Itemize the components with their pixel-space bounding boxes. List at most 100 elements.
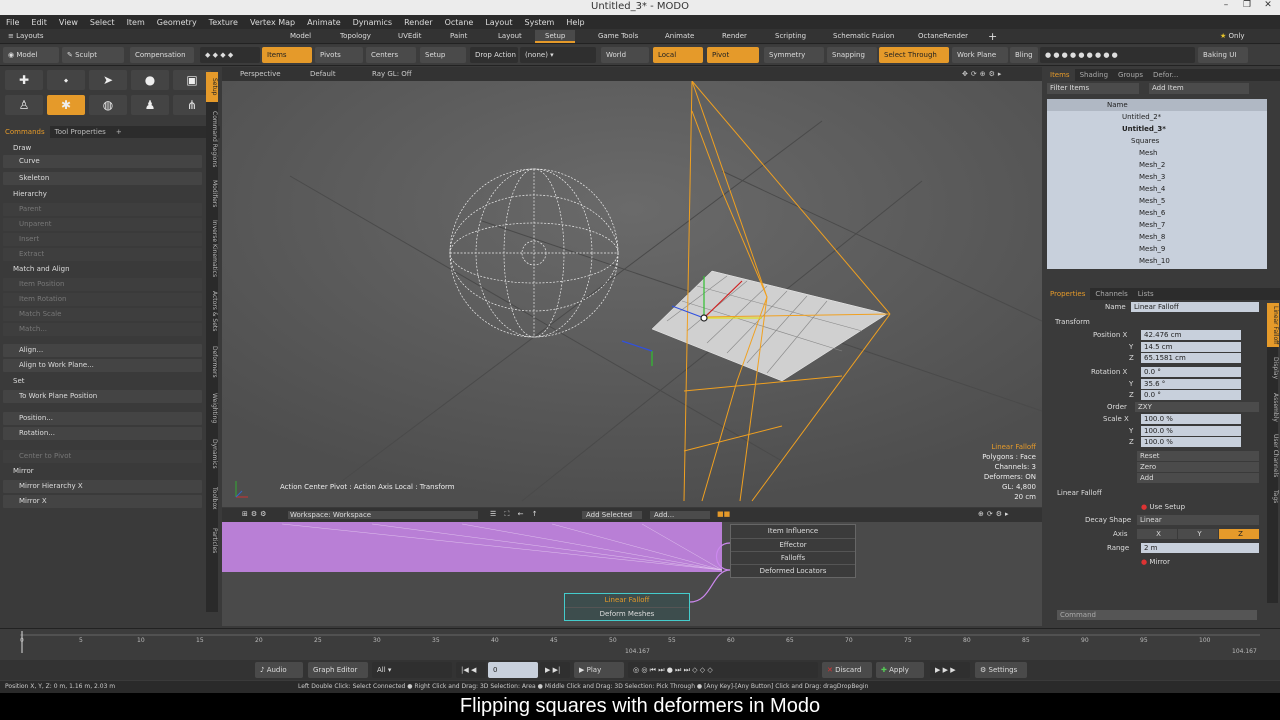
item-influence-node[interactable]: Item Influence Effector Falloffs Deforme… [730,524,856,578]
tab-properties[interactable]: Properties [1045,288,1091,300]
add-select[interactable]: Add [1137,473,1259,483]
mirror-checkbox[interactable]: ● Mirror [1141,558,1170,566]
rotation-z-field[interactable]: 0.0 ° [1141,390,1241,400]
item-row[interactable]: Squares [1047,135,1267,147]
tab-render[interactable]: Render [712,30,757,43]
minimize-icon[interactable]: – [1216,0,1236,15]
bling-button[interactable]: Bling [1010,47,1038,63]
use-setup-checkbox[interactable]: ● Use Setup [1141,503,1185,511]
tab-commands[interactable]: Commands [0,126,50,138]
tab-game-tools[interactable]: Game Tools [588,30,648,43]
curve-button[interactable]: Curve [3,155,202,168]
name-column-header[interactable]: Name [1047,99,1267,111]
tab-channels[interactable]: Channels [1090,288,1132,300]
item-row[interactable]: Mesh_6 [1047,207,1267,219]
sculpt-mode-button[interactable]: ✎ Sculpt [62,47,124,63]
side-tab-toolbox[interactable]: Toolbox [206,480,218,516]
decay-shape-select[interactable]: Linear [1137,515,1259,525]
item-row[interactable]: Untitled_2* [1047,111,1267,123]
deformed-locators-port[interactable]: Deformed Locators [731,564,855,577]
layouts-menu[interactable]: ≡ Layouts [4,30,54,43]
record-controls[interactable]: ▶ ▶ ▶ [930,662,970,678]
side-tab-display[interactable]: Display [1267,353,1279,383]
item-row[interactable]: Untitled_3* [1047,123,1267,135]
maximize-icon[interactable]: ❐ [1237,0,1257,15]
scale-y-field[interactable]: 100.0 % [1141,426,1241,436]
tab-setup[interactable]: Setup [535,30,576,43]
menu-select[interactable]: Select [84,15,121,29]
menu-texture[interactable]: Texture [203,15,244,29]
tab-groups[interactable]: Groups [1113,69,1148,81]
side-tab-actors-sets[interactable]: Actors & Sets [206,286,218,336]
item-row[interactable]: Mesh_7 [1047,219,1267,231]
effector-port[interactable]: Effector [731,538,855,551]
frame-field[interactable]: 0 [488,662,538,678]
axis-z-button[interactable]: Z [1219,529,1259,539]
unparent-button[interactable]: Unparent [3,218,202,231]
tab-uvedit[interactable]: UVEdit [388,30,431,43]
schematic-node-editor[interactable]: ⊞⚙⚙ Workspace: Workspace ☰ ⛶ ← ↑ Add Sel… [222,508,1042,626]
menu-edit[interactable]: Edit [25,15,53,29]
baking-ui-button[interactable]: Baking UI [1198,47,1248,63]
only-toggle[interactable]: ★ Only [1210,30,1255,43]
item-row[interactable]: Mesh_9 [1047,243,1267,255]
tab-schematic-fusion[interactable]: Schematic Fusion [823,30,904,43]
pointer-icon[interactable]: ➤ [89,70,127,90]
menu-file[interactable]: File [0,15,25,29]
item-row[interactable]: Mesh_4 [1047,183,1267,195]
menu-geometry[interactable]: Geometry [151,15,203,29]
tab-animate[interactable]: Animate [655,30,704,43]
tab-shading[interactable]: Shading [1075,69,1113,81]
menu-help[interactable]: Help [560,15,590,29]
drop-action-select[interactable]: (none) ▾ [520,47,596,63]
side-tab-dynamics[interactable]: Dynamics [206,434,218,474]
parent-button[interactable]: Parent [3,203,202,216]
falloffs-port[interactable]: Falloffs [731,551,855,564]
select-through-button[interactable]: Select Through [879,47,949,63]
tab-tool-properties[interactable]: Tool Properties [50,126,111,138]
deformer-icon[interactable]: ✱ [47,95,85,115]
local-button[interactable]: Local [653,47,703,63]
item-row[interactable]: Mesh [1047,147,1267,159]
mirror-x-button[interactable]: Mirror X [3,495,202,508]
menu-dynamics[interactable]: Dynamics [347,15,398,29]
settings-button[interactable]: ⚙ Settings [975,662,1027,678]
match-scale-button[interactable]: Match Scale [3,308,202,321]
item-row[interactable]: Mesh_8 [1047,231,1267,243]
menu-octane[interactable]: Octane [439,15,480,29]
side-tab-user-channels[interactable]: User Channels [1267,431,1279,481]
model-mode-button[interactable]: ◉ Model [3,47,59,63]
item-position-button[interactable]: Item Position [3,278,202,291]
key-filter-select[interactable]: All ▾ [372,662,452,678]
items-mode-button[interactable]: Items [262,47,312,63]
menu-vertex-map[interactable]: Vertex Map [244,15,301,29]
side-tab-weighting[interactable]: Weighting [206,388,218,428]
node-color-icons[interactable]: ■■ [717,510,730,518]
align-work-plane-button[interactable]: Align to Work Plane... [3,359,202,372]
linear-falloff-node[interactable]: Linear Falloff Deform Meshes [564,593,690,621]
range-field[interactable]: 2 m [1141,543,1259,553]
menu-layout[interactable]: Layout [479,15,518,29]
compensation-button[interactable]: Compensation [130,47,194,63]
match-button[interactable]: Match... [3,323,202,336]
actor-icon[interactable]: ♙ [5,95,43,115]
side-tab-inverse-kinematics[interactable]: Inverse Kinematics [206,218,218,280]
side-tab-particles[interactable]: Particles [206,522,218,560]
axis-y-button[interactable]: Y [1178,529,1218,539]
item-row[interactable]: Mesh_3 [1047,171,1267,183]
rotation-button[interactable]: Rotation... [3,427,202,440]
side-tab-deformers[interactable]: Deformers [206,342,218,382]
raygl-menu[interactable]: Ray GL: Off [372,67,412,81]
timeline[interactable]: 0 5 10 15 20 25 30 35 40 45 50 55 60 65 … [0,628,1280,660]
work-plane-button[interactable]: Work Plane [952,47,1008,63]
axis-x-button[interactable]: X [1137,529,1177,539]
item-row[interactable]: Mesh_10 [1047,255,1267,267]
filter-items-input[interactable]: Filter Items [1047,83,1139,94]
node-nav-icons[interactable]: ⊕⟳⚙▸ [978,510,1012,518]
menu-system[interactable]: System [519,15,561,29]
add-tab-icon[interactable]: + [111,126,127,138]
tab-lists[interactable]: Lists [1133,288,1159,300]
tab-layout[interactable]: Layout [488,30,532,43]
snapping-button[interactable]: Snapping [827,47,877,63]
view-shading-menu[interactable]: Default [310,67,336,81]
